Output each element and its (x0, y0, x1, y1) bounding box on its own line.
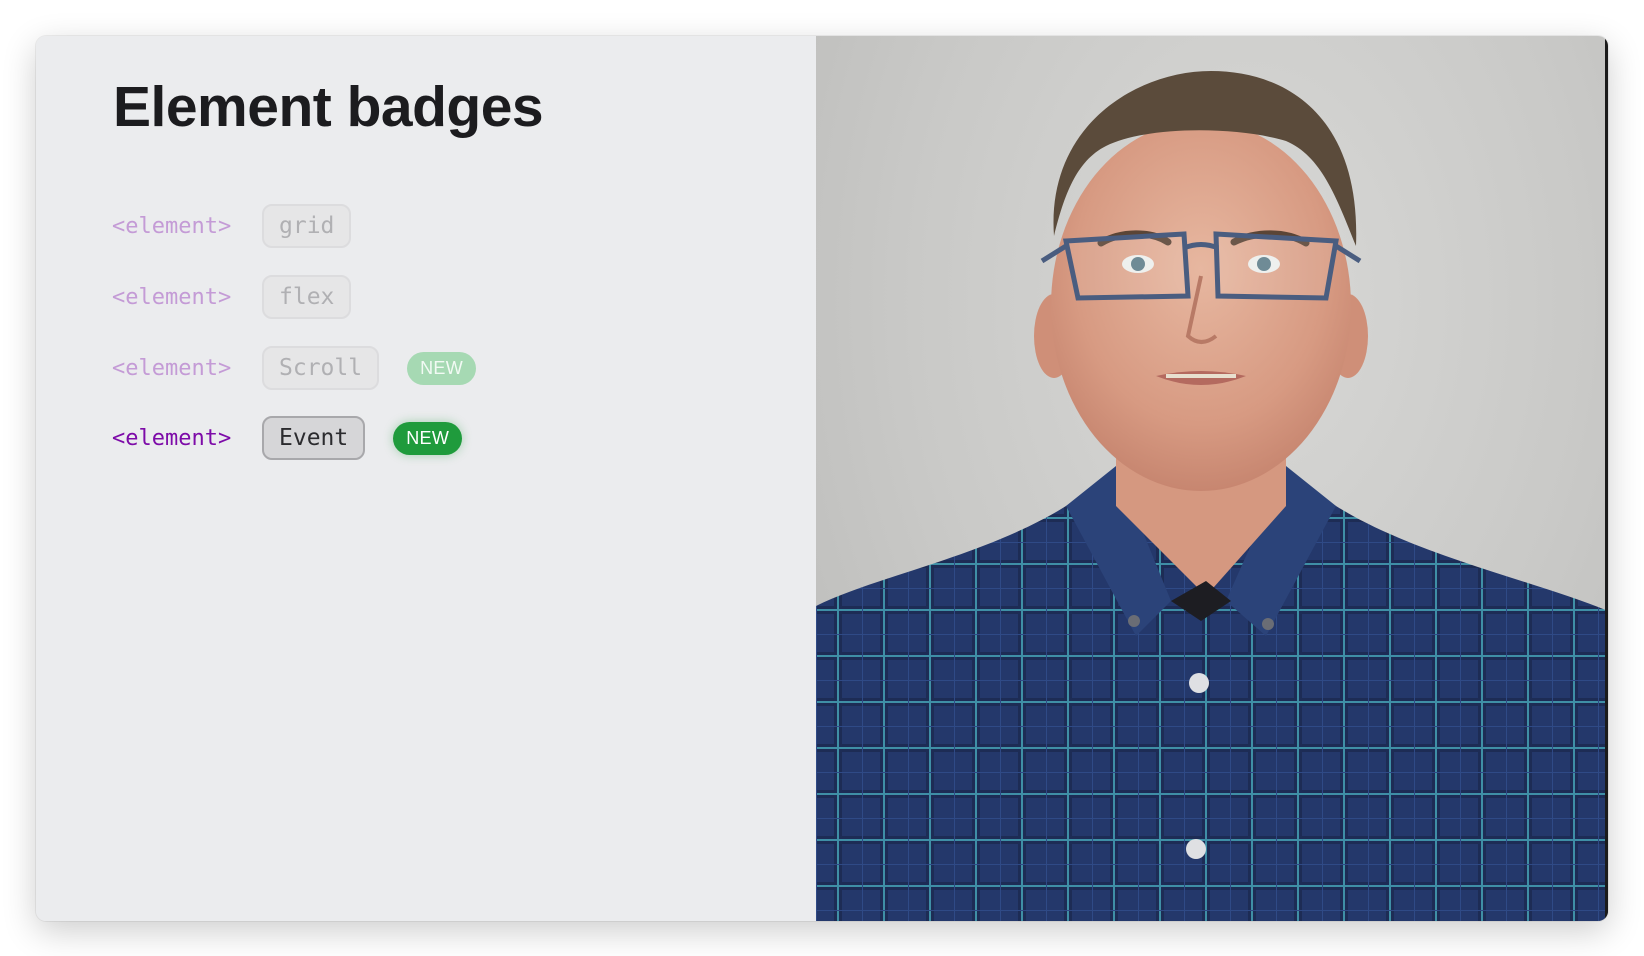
element-tag-label: <element> (112, 284, 232, 310)
badge-row-scroll: <element> Scroll NEW (112, 344, 476, 392)
grid-badge: grid (262, 204, 352, 248)
badge-row-event: <element> Event NEW (112, 414, 463, 462)
flex-badge: flex (262, 275, 352, 319)
presentation-frame: Element badges <element> grid <element> … (36, 36, 1608, 921)
element-tag-label: <element> (112, 213, 232, 239)
scroll-badge: Scroll (262, 346, 380, 390)
slide-title: Element badges (113, 75, 544, 139)
badge-row-grid: <element> grid (112, 202, 352, 250)
new-pill: NEW (407, 351, 476, 385)
event-badge: Event (262, 416, 366, 460)
badge-row-flex: <element> flex (112, 273, 352, 321)
window-edge (1605, 36, 1608, 921)
element-tag-label: <element> (112, 425, 232, 451)
presenter-video (816, 36, 1608, 921)
element-tag-label: <element> (112, 355, 232, 381)
new-pill: NEW (393, 421, 463, 455)
presenter-illustration (816, 71, 1608, 921)
shirt-button (1189, 673, 1209, 693)
slide-panel: Element badges <element> grid <element> … (36, 36, 816, 921)
face-shape (1051, 121, 1351, 491)
shirt-button (1186, 839, 1206, 859)
